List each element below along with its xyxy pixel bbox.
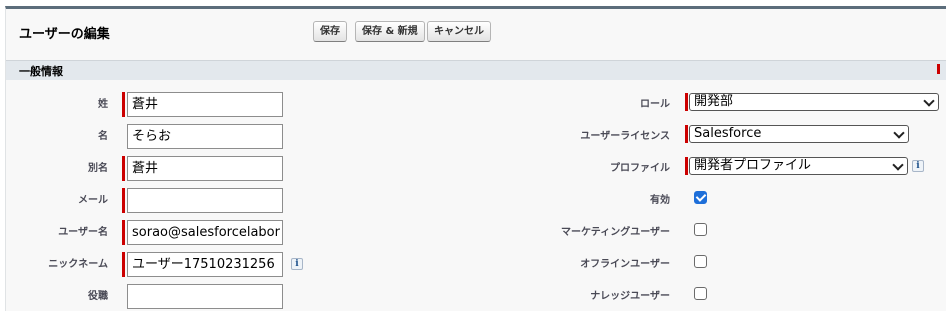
label-last-name: 姓 — [98, 99, 108, 110]
info-icon[interactable]: i — [291, 258, 303, 270]
profile-select[interactable]: 開発者プロファイル — [689, 157, 908, 175]
label-title: 役職 — [88, 291, 108, 302]
role-select[interactable]: 開発部 — [689, 93, 939, 111]
required-marker — [122, 220, 125, 245]
required-marker — [122, 156, 125, 181]
knowledge-user-checkbox[interactable] — [694, 287, 707, 300]
label-nickname: ニックネーム — [48, 259, 108, 270]
label-offline-user: オフラインユーザー — [580, 259, 670, 270]
last-name-input[interactable]: 蒼井 — [127, 92, 283, 117]
required-marker — [685, 93, 688, 111]
page-header: ユーザーの編集 保存 保存 & 新規 キャンセル — [6, 9, 946, 54]
label-email: メール — [78, 195, 108, 206]
required-marker — [685, 157, 688, 175]
save-button[interactable]: 保存 — [313, 21, 347, 42]
title-input[interactable] — [127, 284, 283, 309]
required-info-marker — [937, 64, 940, 74]
section-title: 一般情報 — [19, 65, 63, 78]
chevron-down-icon — [893, 127, 905, 139]
page-title: ユーザーの編集 — [19, 27, 110, 42]
label-active: 有効 — [650, 195, 670, 206]
label-marketing-user: マーケティングユーザー — [561, 227, 670, 238]
label-alias: 別名 — [88, 163, 108, 174]
label-license: ユーザーライセンス — [580, 131, 670, 142]
info-icon[interactable]: i — [912, 160, 924, 172]
edit-user-panel: ユーザーの編集 保存 保存 & 新規 キャンセル 一般情報 姓 蒼井 名 そらお… — [5, 6, 946, 311]
label-role: ロール — [640, 99, 670, 110]
save-and-new-button[interactable]: 保存 & 新規 — [355, 21, 425, 42]
offline-user-checkbox[interactable] — [694, 255, 707, 268]
username-input[interactable]: sorao@salesforcelabor — [127, 220, 283, 245]
chevron-down-icon — [892, 159, 904, 171]
section-general-info: 一般情報 — [6, 60, 946, 80]
active-checkbox[interactable] — [694, 191, 707, 204]
profile-value: 開発者プロファイル — [694, 158, 812, 173]
required-marker — [685, 125, 688, 143]
chevron-down-icon — [923, 95, 935, 107]
license-select[interactable]: Salesforce — [689, 125, 909, 143]
label-username: ユーザー名 — [58, 227, 108, 238]
email-input[interactable] — [127, 188, 283, 213]
required-marker — [122, 188, 125, 213]
marketing-user-checkbox[interactable] — [694, 223, 707, 236]
cancel-button[interactable]: キャンセル — [427, 21, 491, 42]
required-marker — [122, 252, 125, 277]
required-marker — [122, 92, 125, 117]
alias-input[interactable]: 蒼井 — [127, 156, 283, 181]
license-value: Salesforce — [694, 126, 762, 141]
label-first-name: 名 — [98, 131, 108, 142]
first-name-input[interactable]: そらお — [127, 124, 283, 149]
label-knowledge-user: ナレッジユーザー — [590, 291, 670, 302]
role-value: 開発部 — [694, 94, 734, 109]
label-profile: プロファイル — [610, 163, 670, 174]
nickname-input[interactable]: ユーザー17510231256 — [127, 252, 283, 277]
